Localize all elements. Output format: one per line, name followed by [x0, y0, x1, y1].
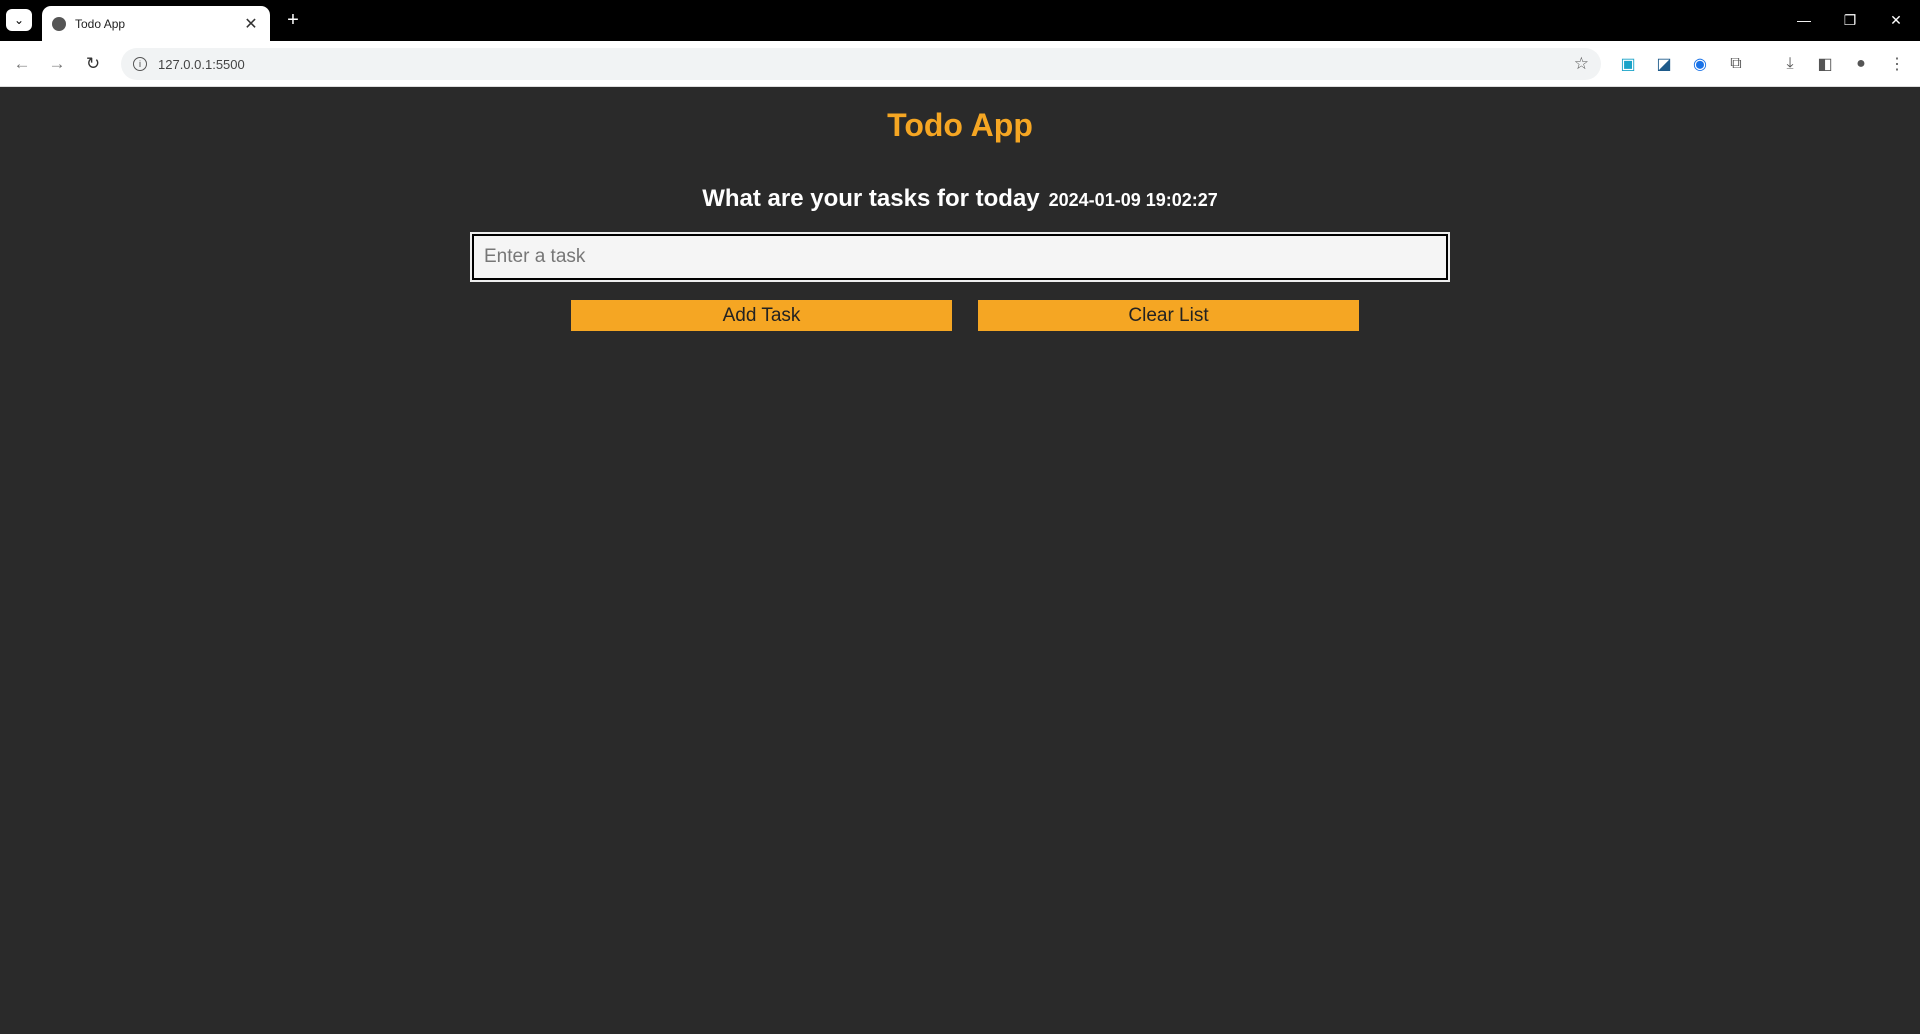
puzzle-icon[interactable]: ⧉	[1724, 52, 1748, 76]
close-window-icon[interactable]: ✕	[1879, 8, 1913, 32]
task-input[interactable]	[470, 232, 1450, 282]
tab-search-icon[interactable]: ⌄	[6, 9, 32, 31]
minimize-icon[interactable]: —	[1787, 8, 1821, 32]
browser-toolbar: ← → ↻ i 127.0.0.1:5500 ☆ ▣ ◪ ◉ ⧉ ⤓ ◧ ● ⋮	[0, 41, 1920, 87]
kebab-menu-icon[interactable]: ⋮	[1885, 52, 1909, 76]
address-bar[interactable]: i 127.0.0.1:5500 ☆	[121, 48, 1601, 80]
new-tab-icon[interactable]: +	[281, 8, 305, 32]
back-icon[interactable]: ←	[10, 52, 34, 76]
bookmark-star-icon[interactable]: ☆	[1574, 54, 1589, 74]
profile-avatar-icon[interactable]: ●	[1849, 52, 1873, 76]
restore-icon[interactable]: ❐	[1833, 8, 1867, 32]
close-tab-icon[interactable]: ✕	[242, 14, 260, 34]
tab-title: Todo App	[75, 16, 126, 31]
current-datetime: 2024-01-09 19:02:27	[1048, 190, 1218, 210]
task-question: What are your tasks for today	[702, 185, 1040, 212]
url-text: 127.0.0.1:5500	[158, 56, 245, 72]
reload-icon[interactable]: ↻	[81, 52, 105, 76]
info-icon[interactable]: i	[133, 57, 147, 71]
forward-icon[interactable]: →	[45, 52, 69, 76]
todo-app: Todo App What are your tasks for today 2…	[0, 87, 1920, 1034]
globe-icon	[52, 16, 66, 31]
task-prompt: What are your tasks for today 2024-01-09…	[0, 185, 1920, 213]
add-task-button[interactable]: Add Task	[571, 300, 952, 331]
extension-icon[interactable]: ◪	[1652, 52, 1676, 76]
browser-tab[interactable]: Todo App ✕	[42, 6, 270, 41]
extension-icon[interactable]: ◉	[1688, 52, 1712, 76]
download-icon[interactable]: ⤓	[1778, 52, 1802, 76]
extension-icon[interactable]: ▣	[1616, 52, 1640, 76]
side-panel-icon[interactable]: ◧	[1813, 52, 1837, 76]
browser-tab-strip: ⌄ Todo App ✕ + — ❐ ✕	[0, 0, 1920, 41]
page-title: Todo App	[887, 107, 1033, 143]
clear-list-button[interactable]: Clear List	[978, 300, 1359, 331]
